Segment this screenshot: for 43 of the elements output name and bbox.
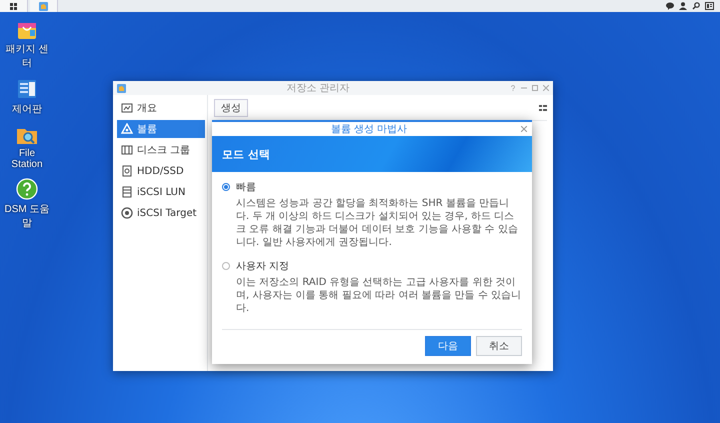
desktop-shortcut[interactable]: 패키지 센터 — [2, 18, 52, 70]
overview-icon — [121, 102, 133, 114]
target-icon — [121, 207, 133, 219]
widgets-icon[interactable] — [705, 2, 714, 10]
create-button[interactable]: 생성 — [214, 99, 248, 117]
maximize-icon[interactable] — [532, 85, 538, 91]
storage-app-icon — [39, 2, 48, 10]
desktop-shortcut[interactable]: 제어판 — [2, 78, 52, 116]
next-button[interactable]: 다음 — [425, 336, 471, 356]
app-logo-icon — [117, 84, 126, 92]
control-panel-icon — [16, 78, 38, 100]
close-icon[interactable] — [521, 126, 527, 132]
minimize-icon[interactable] — [521, 85, 527, 91]
option-description: 이는 저장소의 RAID 유형을 선택하는 고급 사용자를 위한 것이며, 사용자는 이를 통해 필요에 따라 여러 볼륨을 만들 수 있습니다. — [236, 276, 522, 315]
sidebar-item[interactable]: 디스크 그룹 — [117, 141, 205, 159]
mode-option[interactable]: 빠름 — [222, 180, 256, 194]
help-icon[interactable] — [510, 85, 516, 91]
user-icon[interactable] — [679, 2, 687, 10]
grid-icon — [10, 2, 17, 10]
sidebar-item[interactable]: HDD/SSD — [117, 162, 205, 180]
sidebar-item[interactable]: iSCSI LUN — [117, 183, 205, 201]
view-toggle-icon[interactable] — [539, 104, 547, 112]
main-menu-button[interactable] — [0, 0, 28, 12]
radio-button[interactable] — [222, 183, 230, 191]
disk-group-icon — [121, 144, 133, 156]
mode-option[interactable]: 사용자 지정 — [222, 259, 290, 273]
dialog-title: 볼륨 생성 마법사 — [330, 123, 408, 136]
step-heading: 모드 선택 — [222, 146, 270, 162]
help-icon — [16, 178, 38, 200]
sidebar-item[interactable]: 볼륨 — [117, 120, 205, 138]
option-description: 시스템은 성능과 공간 할당을 최적화하는 SHR 볼륨을 만듭니다. 두 개 이상의 하드 디스크가 설치되어 있는 경우, 하드 디스크 오류 해결 기능과 더불어 데이터 보호 기능을 사용할 수 있습니다. 일반 사용자에게 권장됩니다. — [236, 197, 519, 249]
sidebar-item[interactable]: 개요 — [117, 99, 205, 117]
cancel-button[interactable]: 취소 — [476, 336, 522, 356]
triangle-nodes-icon — [121, 123, 133, 135]
desktop-shortcut[interactable]: File Station — [2, 124, 52, 170]
close-icon[interactable] — [543, 85, 549, 91]
radio-button[interactable] — [222, 262, 230, 270]
desktop-shortcut[interactable]: DSM 도움말 — [2, 178, 52, 230]
chat-icon[interactable] — [666, 2, 674, 10]
sidebar-item[interactable]: iSCSI Target — [117, 204, 205, 222]
search-icon[interactable] — [692, 2, 700, 10]
server-icon — [121, 186, 133, 198]
window-title: 저장소 관리자 — [285, 82, 351, 95]
